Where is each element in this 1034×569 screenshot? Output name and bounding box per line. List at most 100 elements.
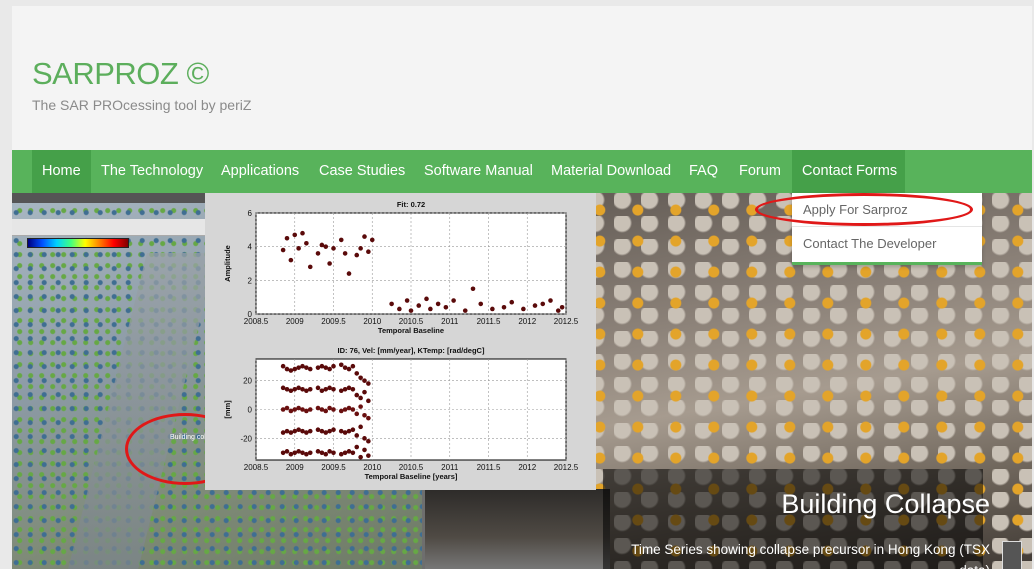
- y-tick-label: 0: [248, 406, 253, 415]
- data-point: [366, 438, 371, 444]
- data-point: [478, 301, 484, 307]
- data-point: [284, 235, 290, 241]
- data-point: [408, 308, 414, 313]
- data-point: [307, 366, 313, 372]
- x-tick-label: 2012.5: [554, 463, 579, 472]
- nav-case-studies[interactable]: Case Studies: [309, 150, 415, 193]
- data-point: [424, 296, 429, 302]
- data-point: [304, 241, 309, 246]
- x-tick-label: 2009.5: [321, 463, 346, 472]
- data-point: [307, 450, 313, 456]
- data-point: [350, 407, 356, 412]
- data-point: [362, 447, 367, 453]
- map-label: Building coll: [170, 434, 208, 441]
- map-road: [67, 253, 217, 569]
- data-point: [331, 363, 336, 369]
- data-point: [366, 415, 371, 421]
- page: SARPROZ © The SAR PROcessing tool by per…: [12, 6, 1032, 569]
- map-titlebar: [12, 193, 207, 203]
- site-title[interactable]: SARPROZ ©: [32, 56, 209, 92]
- nav-forum[interactable]: Forum: [729, 150, 791, 193]
- x-tick-label: 2009.5: [321, 317, 346, 326]
- data-point: [451, 298, 456, 303]
- data-point: [397, 306, 402, 312]
- data-point: [284, 405, 290, 411]
- data-point: [555, 308, 561, 313]
- data-point: [331, 387, 336, 392]
- x-tick-label: 2009: [286, 463, 304, 472]
- nav-applications[interactable]: Applications: [211, 150, 309, 193]
- data-point: [354, 411, 360, 417]
- data-point: [323, 244, 329, 249]
- nav-material-download[interactable]: Material Download: [541, 150, 681, 193]
- data-point: [331, 407, 336, 412]
- data-point: [350, 363, 356, 369]
- data-point: [354, 433, 360, 438]
- data-point: [350, 450, 356, 456]
- dropdown-apply-for-sarproz[interactable]: Apply For Sarproz: [792, 193, 982, 226]
- data-point: [288, 257, 294, 263]
- plot-title: Fit: 0.72: [397, 200, 425, 209]
- y-axis-label: Amplitude: [223, 245, 232, 282]
- x-tick-label: 2011.5: [477, 463, 501, 472]
- y-tick-label: 4: [248, 243, 253, 252]
- slider-scroll-tab[interactable]: [1002, 541, 1022, 569]
- data-point: [315, 385, 321, 391]
- time-series-plots: 2008.5 2009 2009.5 2010 2010.5 2011 2011.5 2012…: [223, 200, 579, 481]
- data-point: [358, 404, 363, 409]
- map-colorbar: [27, 238, 129, 248]
- data-point: [521, 306, 526, 312]
- slide-caption: Time Series showing collapse precursor i…: [631, 542, 990, 569]
- data-point: [366, 249, 371, 255]
- data-point: [327, 366, 332, 372]
- data-point: [501, 304, 507, 310]
- y-tick-label: 2: [248, 276, 253, 285]
- site-header: SARPROZ © The SAR PROcessing tool by per…: [12, 6, 1032, 151]
- data-point: [358, 395, 363, 401]
- nav-contact-forms[interactable]: Contact Forms: [792, 150, 905, 193]
- data-point: [284, 449, 290, 454]
- slide-title: Building Collapse: [781, 489, 990, 519]
- data-point: [331, 427, 336, 432]
- data-point: [307, 264, 313, 270]
- time-series-plot-panel: 2008.5 2009 2009.5 2010 2010.5 2011 2011.5 2012…: [205, 193, 596, 490]
- x-tick-label: 2012.5: [554, 317, 579, 326]
- data-point: [404, 298, 410, 303]
- y-tick-label: -20: [240, 434, 252, 443]
- data-point: [346, 271, 352, 276]
- data-point: [362, 412, 367, 418]
- data-point: [369, 237, 375, 243]
- data-point: [346, 366, 352, 372]
- nav-software-manual[interactable]: Software Manual: [414, 150, 543, 193]
- data-point: [362, 436, 367, 441]
- data-point: [292, 232, 298, 238]
- data-point: [358, 424, 363, 430]
- data-point: [342, 251, 348, 256]
- y-tick-label: 6: [248, 209, 253, 218]
- main-nav: Home The Technology Applications Case St…: [12, 150, 1032, 193]
- data-point: [362, 378, 367, 383]
- data-point: [470, 286, 476, 292]
- data-point: [323, 451, 329, 457]
- dropdown-contact-the-developer[interactable]: Contact The Developer: [792, 227, 982, 260]
- nav-home[interactable]: Home: [32, 150, 91, 193]
- data-point: [416, 303, 422, 308]
- data-point: [323, 408, 329, 414]
- data-point: [366, 453, 371, 458]
- x-axis-label: Temporal Baseline [years]: [365, 472, 458, 481]
- site-tagline: The SAR PROcessing tool by periZ: [32, 97, 252, 113]
- data-point: [354, 392, 360, 398]
- x-tick-label: 2010: [363, 317, 381, 326]
- data-point: [532, 303, 538, 308]
- x-tick-label: 2010.5: [399, 463, 424, 472]
- data-point: [354, 252, 360, 258]
- data-point: [366, 381, 371, 386]
- nav-faq[interactable]: FAQ: [679, 150, 728, 193]
- data-point: [307, 387, 313, 392]
- data-point: [362, 234, 367, 239]
- data-point: [462, 308, 468, 313]
- data-point: [300, 230, 305, 236]
- nav-the-technology[interactable]: The Technology: [91, 150, 213, 193]
- x-tick-label: 2011: [441, 463, 459, 472]
- data-point: [435, 301, 441, 307]
